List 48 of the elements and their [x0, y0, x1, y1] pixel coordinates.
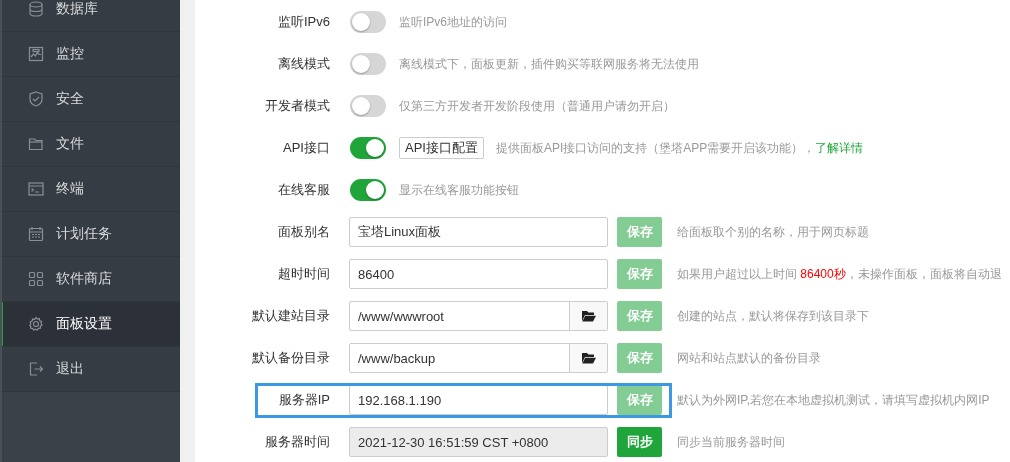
folder-button[interactable]: [570, 301, 608, 331]
input-field[interactable]: 宝塔Linux面板: [349, 217, 608, 247]
setting-hint: 创建的站点，默认将保存到该目录下: [677, 307, 869, 325]
calendar-icon: [28, 226, 44, 242]
setting-label: 监听IPv6: [277, 13, 330, 31]
settings-icon: [28, 316, 44, 332]
setting-label: 默认建站目录: [251, 307, 330, 325]
setting-label: 超时时间: [277, 265, 330, 283]
toggle-switch[interactable]: [350, 11, 386, 33]
setting-hint: 网站和站点默认的备份目录: [677, 349, 821, 367]
shield-check-icon: [28, 91, 44, 107]
grid-icon: [28, 271, 44, 287]
setting-description: 显示在线客服功能按钮: [399, 181, 519, 199]
toggle-switch[interactable]: [350, 179, 386, 201]
setting-description: 监听IPv6地址的访问: [399, 13, 507, 31]
toggle-switch[interactable]: [350, 95, 386, 117]
input-field[interactable]: /www/backup: [349, 343, 570, 373]
sidebar-item[interactable]: 面板设置: [2, 302, 180, 347]
folder-icon: [581, 310, 596, 322]
setting-hint: 给面板取个别的名称，用于网页标题: [677, 223, 869, 241]
folder-button[interactable]: [570, 343, 608, 373]
setting-description: 仅第三方开发者开发阶段使用（普通用户请勿开启）: [399, 97, 675, 115]
input-field[interactable]: /www/wwwroot: [349, 301, 570, 331]
folder-icon: [581, 352, 596, 364]
database-icon: [28, 1, 44, 17]
setting-label: 服务器IP: [277, 391, 330, 409]
toggle-switch[interactable]: [350, 53, 386, 75]
monitor-chart-icon: [28, 46, 44, 62]
setting-description: 提供面板API接口访问的支持（堡塔APP需要开启该功能），了解详情: [495, 139, 864, 157]
folder-icon: [28, 136, 44, 152]
setting-hint: 如果用户超过以上时间 86400秒，未操作面板，面板将自动退: [677, 265, 1002, 283]
setting-label: 开发者模式: [264, 97, 330, 115]
setting-label: API接口: [282, 139, 330, 157]
setting-hint: 同步当前服务器时间: [677, 433, 785, 451]
setting-label: 服务器时间: [264, 433, 330, 451]
input-field[interactable]: 192.168.1.190: [349, 385, 608, 415]
setting-label: 面板别名: [277, 223, 330, 241]
terminal-icon: [28, 181, 44, 197]
input-field[interactable]: 2021-12-30 16:51:59 CST +0800: [349, 427, 608, 457]
setting-hint: 默认为外网IP,若您在本地虚拟机测试，请填写虚拟机内网IP: [677, 391, 990, 409]
input-field[interactable]: 86400: [349, 259, 608, 289]
setting-description: 离线模式下，面板更新，插件购买等联网服务将无法使用: [399, 55, 699, 73]
config-button[interactable]: API接口配置: [399, 137, 484, 159]
setting-label: 默认备份目录: [251, 349, 330, 367]
logout-icon: [28, 361, 44, 377]
setting-label: 在线客服: [277, 181, 330, 199]
setting-label: 离线模式: [277, 55, 330, 73]
toggle-switch[interactable]: [350, 137, 386, 159]
